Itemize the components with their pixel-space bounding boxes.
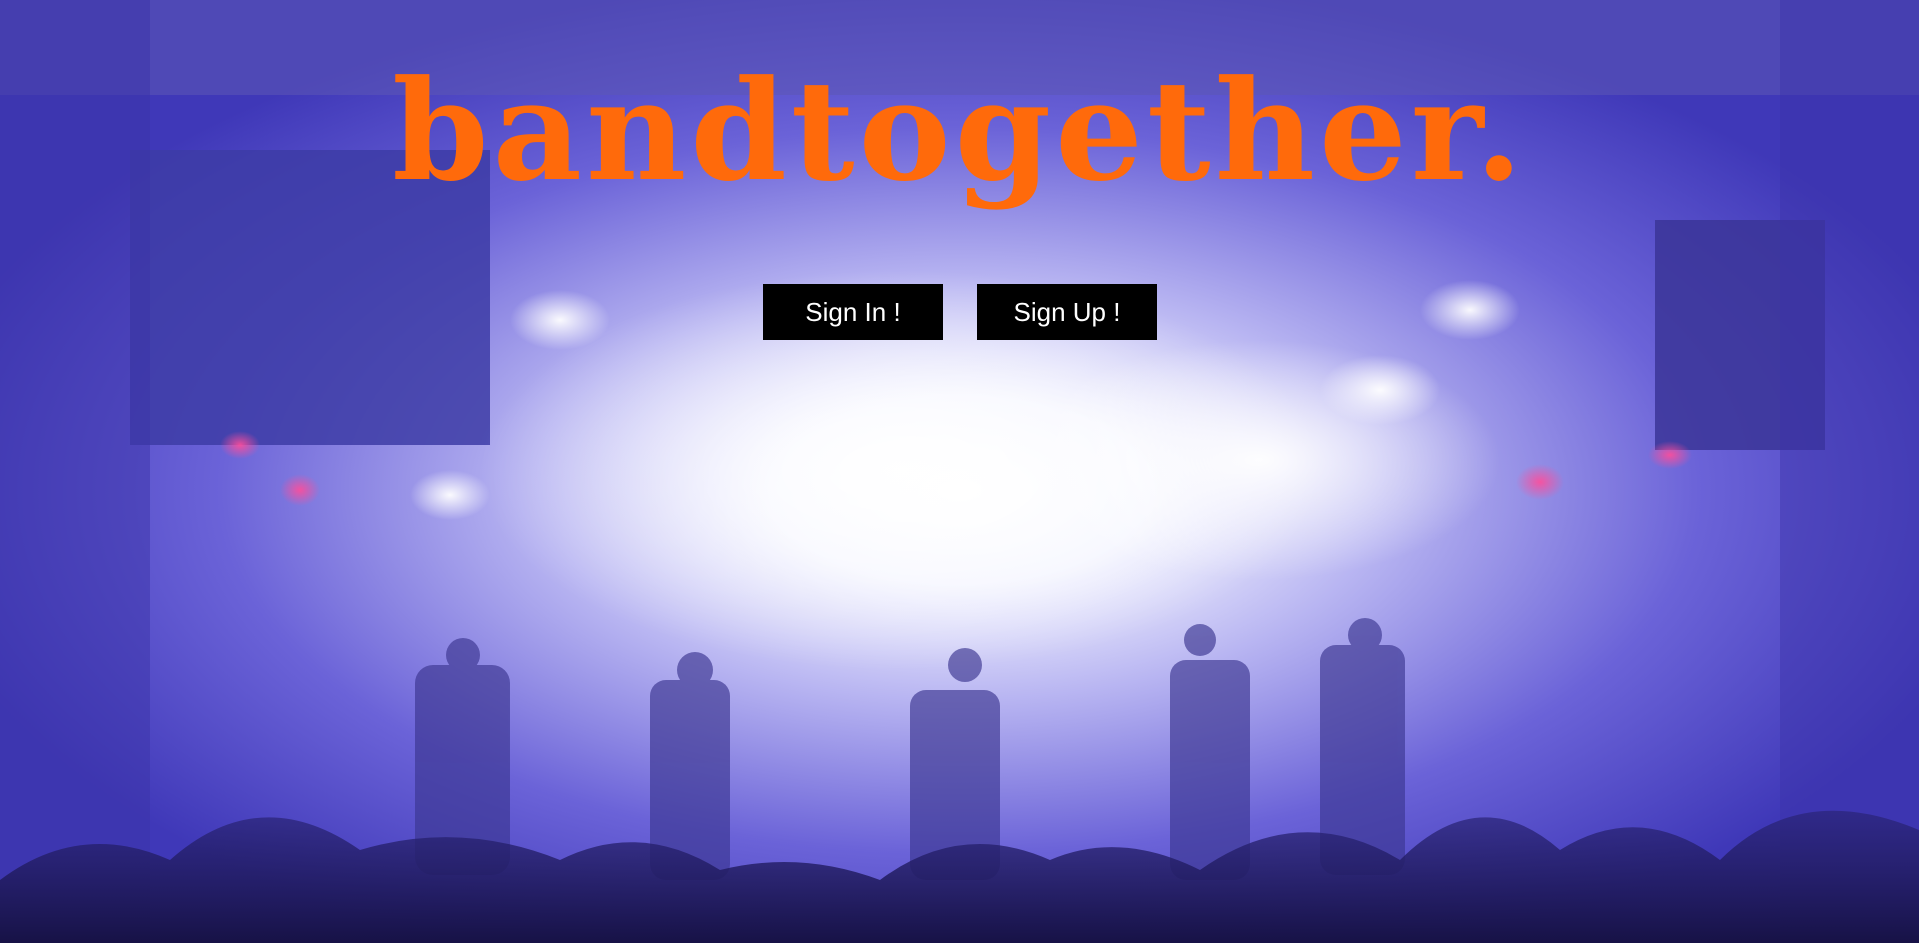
brand-name: bandtogether [392,49,1475,212]
sign-up-button[interactable]: Sign Up ! [977,284,1157,340]
brand-logo[interactable]: bandtogether. [0,62,1919,200]
sign-in-button[interactable]: Sign In ! [763,284,943,340]
landing-hero: bandtogether. Sign In ! Sign Up ! [0,0,1919,943]
auth-button-group: Sign In ! Sign Up ! [763,284,1157,340]
brand-dot: . [1474,49,1527,212]
